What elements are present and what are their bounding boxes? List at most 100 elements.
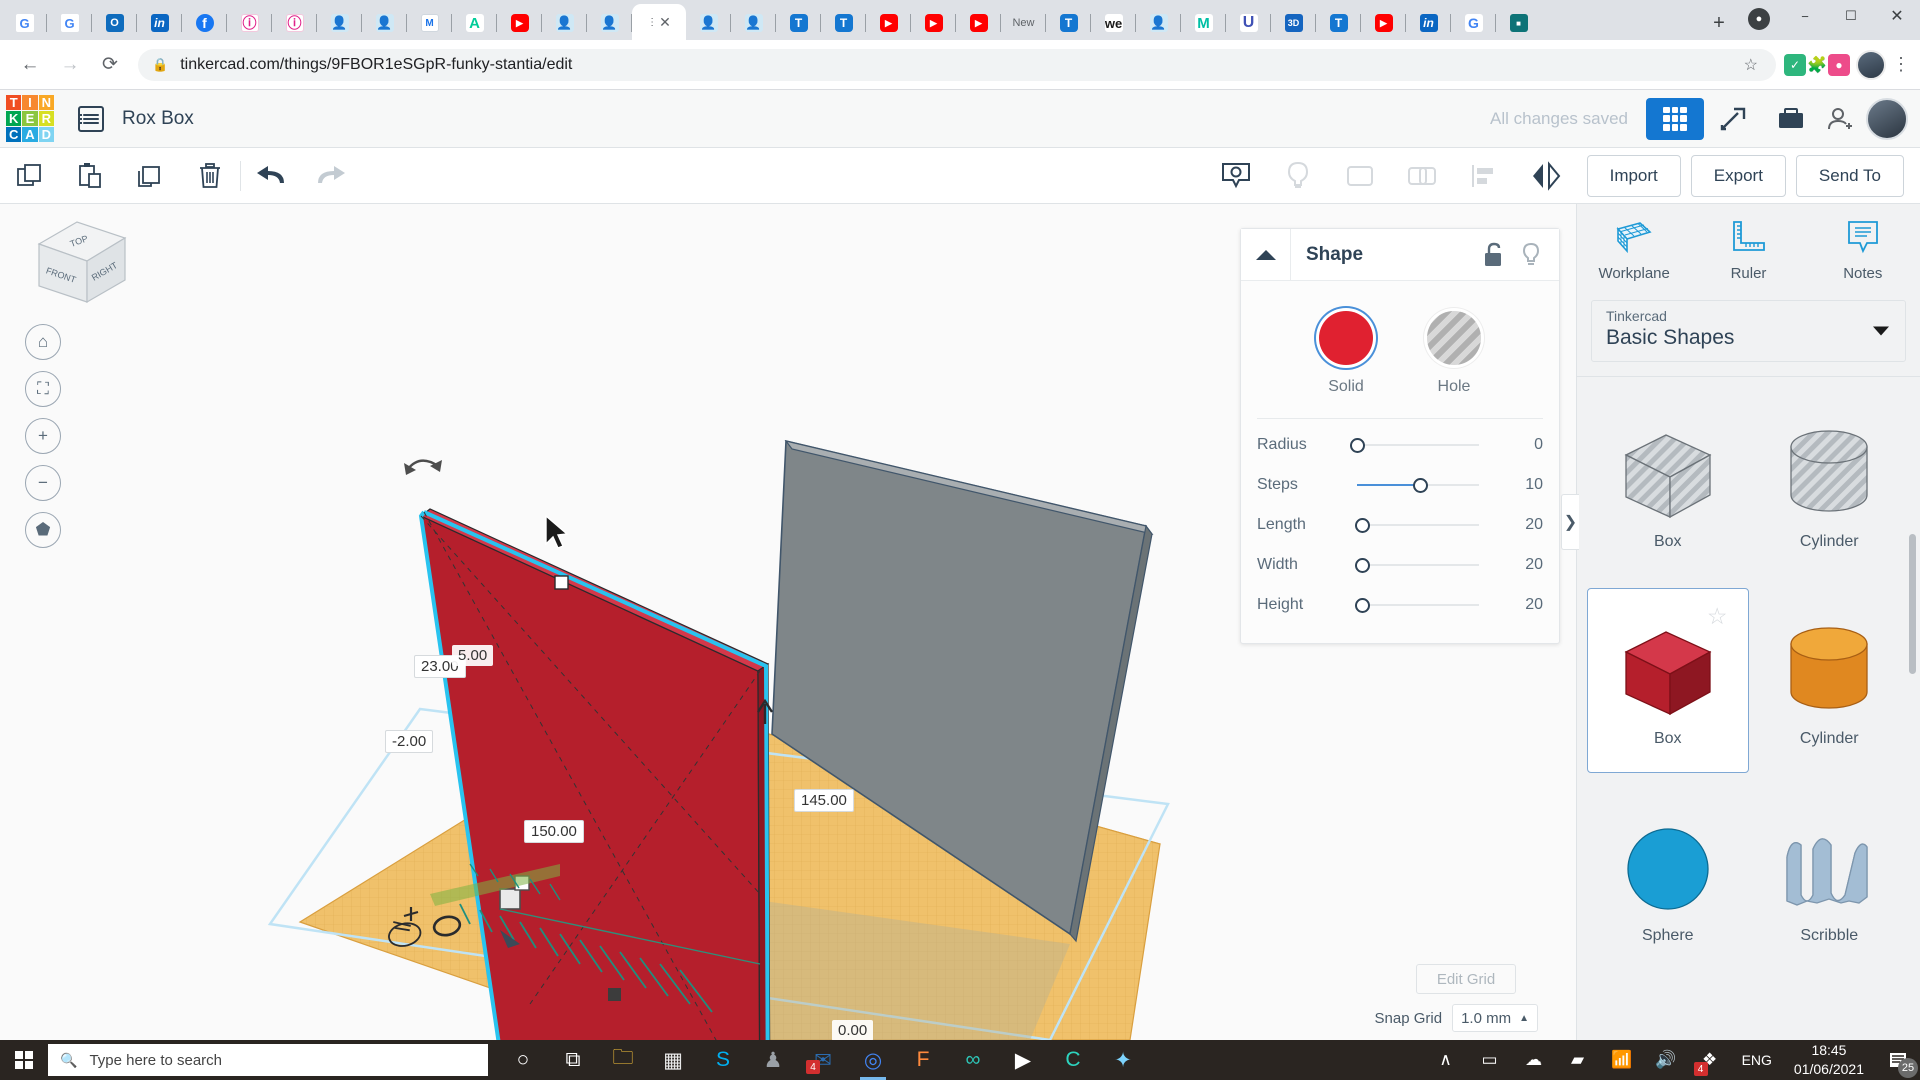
hole-mode-option[interactable]: Hole [1427,311,1481,396]
view-cube[interactable]: TOP FRONT RIGHT [25,214,135,309]
mirror-button[interactable] [1515,148,1577,204]
dim-neg2[interactable]: -2.00 [385,730,434,753]
shape-cylinder-hole[interactable]: Cylinder [1749,391,1911,576]
browser-tab[interactable]: T [776,6,821,40]
shape-box-solid[interactable]: ☆ Box [1587,588,1749,773]
window-extra-button[interactable]: ● [1736,0,1782,32]
group-button[interactable] [1329,148,1391,204]
file-explorer-icon[interactable]: 🗀 [598,1040,648,1080]
document-title[interactable]: Rox Box [122,108,194,130]
browser-tab[interactable]: G [1451,6,1496,40]
chrome-menu-icon[interactable]: ⋮ [1892,54,1910,75]
show-hide-button[interactable] [1205,148,1267,204]
sidebar-scrollbar[interactable] [1909,534,1916,674]
circle-app-icon[interactable]: C [1048,1040,1098,1080]
browser-tab[interactable]: f [182,6,227,40]
shape-cylinder-solid[interactable]: Cylinder [1749,588,1911,773]
project-menu-icon[interactable] [78,105,104,132]
task-view-icon[interactable]: ⧉ [548,1040,598,1080]
browser-tab[interactable]: ▶ [866,6,911,40]
minimize-button[interactable]: − [1782,0,1828,32]
video-app-icon[interactable]: ▶ [998,1040,1048,1080]
browser-tab[interactable]: 👤 [542,6,587,40]
cortana-icon[interactable]: ○ [498,1040,548,1080]
ungroup-button[interactable] [1391,148,1453,204]
export-button[interactable]: Export [1690,154,1786,197]
browser-tab[interactable]: A [452,6,497,40]
extension-puzzle-icon[interactable]: 🧩 [1806,54,1828,76]
grid-view-button[interactable] [1646,97,1704,140]
workplane-tool[interactable]: Workplane [1577,204,1691,296]
browser-tab[interactable]: G [47,6,92,40]
property-value[interactable]: 20 [1507,596,1543,614]
taskbar-search[interactable]: 🔍 Type here to search [48,1044,488,1076]
browser-tab[interactable]: 3D [1271,6,1316,40]
notification-center-button[interactable]: 25 [1876,1040,1920,1080]
redo-button[interactable] [301,148,361,204]
slider-knob[interactable] [1412,477,1428,493]
browser-tab[interactable]: T [821,6,866,40]
dim-145[interactable]: 145.00 [794,789,854,812]
shape-scribble[interactable]: Scribble [1749,785,1911,970]
profile-avatar[interactable] [1856,49,1886,80]
browser-tab[interactable]: 👤 [587,6,632,40]
light-button[interactable] [1267,148,1329,204]
duplicate-button[interactable] [120,148,180,204]
close-window-button[interactable]: ✕ [1874,0,1920,32]
solid-mode-option[interactable]: Solid [1319,311,1373,396]
tinkercad-logo[interactable]: TINKERCAD [6,94,54,143]
shape-library-select[interactable]: Tinkercad Basic Shapes [1591,300,1906,362]
browser-tab[interactable]: U [1226,6,1271,40]
browser-tab[interactable]: ⓘ [227,6,272,40]
slider-knob[interactable] [1350,437,1365,453]
send-to-button[interactable]: Send To [1795,154,1904,197]
light-bulb-icon[interactable] [1521,242,1541,268]
browser-tab[interactable]: 👤 [731,6,776,40]
extension-pink-icon[interactable]: ● [1828,53,1850,76]
shape-box-hole[interactable]: Box [1587,391,1749,576]
delete-button[interactable] [180,148,240,204]
browser-tab[interactable]: M [407,6,452,40]
camera-icon[interactable]: ▭ [1468,1040,1512,1080]
unlock-icon[interactable] [1483,242,1505,268]
align-button[interactable] [1453,148,1515,204]
browser-tab[interactable]: 👤 [362,6,407,40]
ruler-tool[interactable]: Ruler [1691,204,1805,296]
slider-knob[interactable] [1354,557,1370,573]
favorite-star-icon[interactable]: ☆ [1707,603,1728,630]
browser-tab[interactable]: ■ [1496,6,1541,40]
volume-icon[interactable]: 🔊 [1644,1040,1688,1080]
browser-tab[interactable]: 👤 [317,6,362,40]
taskbar-clock[interactable]: 18:45 01/06/2021 [1782,1041,1876,1079]
property-value[interactable]: 0 [1507,436,1543,454]
close-icon[interactable]: ✕ [659,14,671,31]
language-indicator[interactable]: ENG [1732,1052,1782,1068]
maximize-button[interactable]: ☐ [1828,0,1874,32]
property-value[interactable]: 20 [1507,556,1543,574]
browser-tab[interactable]: ▶ [956,6,1001,40]
browser-tab[interactable]: 👤 [1136,6,1181,40]
hole-swatch[interactable] [1427,311,1481,365]
slider-knob[interactable] [1354,597,1370,613]
shape-sphere[interactable]: Sphere [1587,785,1749,970]
browser-tab[interactable]: in [137,6,182,40]
dropbox-icon[interactable]: ❖ 4 [1688,1040,1732,1080]
zoom-in-button[interactable]: + [25,418,61,454]
bookmark-star-icon[interactable]: ☆ [1744,55,1758,75]
chevron-down-icon[interactable] [1873,326,1889,336]
snap-grid-select[interactable]: 1.0 mm ▲ [1452,1004,1538,1032]
show-hidden-icons[interactable]: ∧ [1424,1040,1468,1080]
undo-button[interactable] [241,148,301,204]
reload-button[interactable]: ⟳ [90,45,130,85]
tools-button[interactable] [1704,98,1762,140]
property-slider-steps[interactable] [1357,475,1507,495]
browser-tab[interactable]: ▶ [1361,6,1406,40]
import-button[interactable]: Import [1586,154,1681,197]
chrome-icon[interactable]: ◎ [848,1040,898,1080]
address-bar[interactable]: 🔒 tinkercad.com/things/9FBOR1eSGpR-funky… [138,48,1776,81]
skype-icon[interactable]: S [698,1040,748,1080]
dim-5[interactable]: 5.00 [452,645,494,666]
property-slider-length[interactable] [1354,515,1507,535]
home-view-button[interactable]: ⌂ [25,324,61,360]
property-slider-height[interactable] [1354,595,1507,615]
